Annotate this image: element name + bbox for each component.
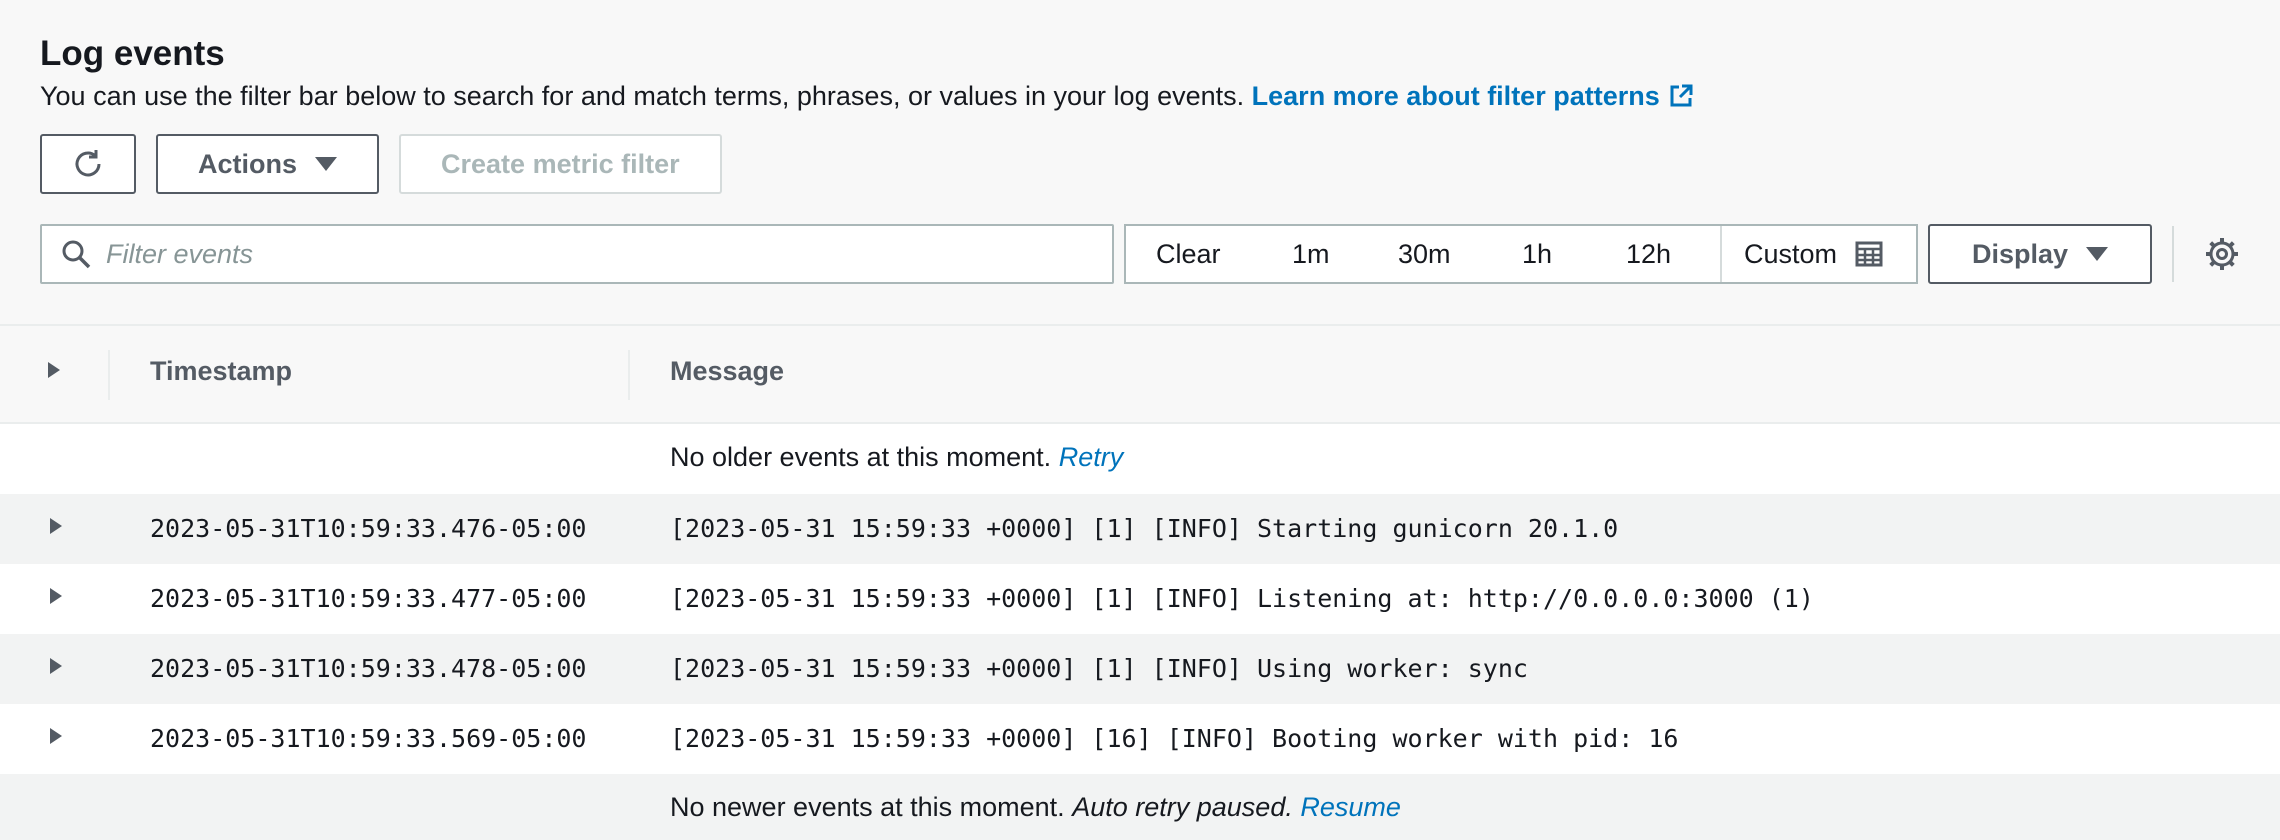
display-label: Display [1971, 238, 2069, 269]
older-events-text: No older events at this moment. Retry [670, 442, 1123, 473]
row-message: [2023-05-31 15:59:33 +0000] [16] [INFO] … [670, 724, 1679, 753]
row-message: [2023-05-31 15:59:33 +0000] [1] [INFO] U… [670, 654, 1528, 683]
retry-link[interactable]: Retry [1059, 442, 1124, 472]
resume-link[interactable]: Resume [1300, 792, 1401, 822]
time-range-clear[interactable]: Clear [1156, 226, 1221, 282]
expand-row-icon[interactable] [48, 726, 64, 746]
page-title: Log events [40, 34, 225, 73]
column-divider [108, 350, 110, 400]
row-timestamp: 2023-05-31T10:59:33.476-05:00 [150, 514, 587, 543]
action-toolbar: Actions Create metric filter [40, 134, 722, 194]
time-range-12h[interactable]: 12h [1626, 226, 1671, 282]
divider [2172, 226, 2174, 282]
expand-row-icon[interactable] [48, 516, 64, 536]
external-link-icon [1670, 84, 1693, 107]
row-message: [2023-05-31 15:59:33 +0000] [1] [INFO] L… [670, 584, 1814, 613]
refresh-icon [75, 150, 101, 177]
table-header: Timestamp Message [0, 326, 2280, 424]
learn-more-link[interactable]: Learn more about filter patterns [1252, 81, 1694, 111]
create-metric-filter-label: Create metric filter [441, 148, 680, 179]
description-text: You can use the filter bar below to sear… [40, 81, 1245, 111]
row-message: [2023-05-31 15:59:33 +0000] [1] [INFO] S… [670, 514, 1619, 543]
expand-all-icon[interactable] [46, 360, 62, 380]
caret-down-icon [2086, 247, 2109, 261]
search-icon [62, 240, 91, 269]
column-header-message[interactable]: Message [670, 356, 784, 387]
column-header-timestamp[interactable]: Timestamp [150, 356, 292, 387]
caret-down-icon [315, 157, 338, 171]
time-range-1h[interactable]: 1h [1522, 226, 1552, 282]
row-timestamp: 2023-05-31T10:59:33.478-05:00 [150, 654, 587, 683]
expand-row-icon[interactable] [48, 656, 64, 676]
calendar-icon [1855, 241, 1883, 267]
newer-events-message: No newer events at this moment. [670, 792, 1065, 822]
column-divider [628, 350, 630, 400]
actions-label: Actions [198, 148, 298, 179]
filter-events-input[interactable] [106, 238, 1066, 270]
row-timestamp: 2023-05-31T10:59:33.477-05:00 [150, 584, 587, 613]
filter-bar: Clear 1m 30m 1h 12h Custom Display [40, 224, 2260, 284]
custom-label: Custom [1744, 238, 1838, 269]
newer-events-notice: No newer events at this moment. Auto ret… [0, 774, 2280, 840]
table-row[interactable]: 2023-05-31T10:59:33.476-05:00 [2023-05-3… [0, 494, 2280, 564]
time-range-1m[interactable]: 1m [1292, 226, 1330, 282]
display-dropdown-button[interactable]: Display [1928, 224, 2152, 284]
expand-row-icon[interactable] [48, 586, 64, 606]
time-range-selector: Clear 1m 30m 1h 12h Custom [1124, 224, 1918, 284]
table-row[interactable]: 2023-05-31T10:59:33.569-05:00 [2023-05-3… [0, 704, 2280, 774]
newer-events-text: No newer events at this moment. Auto ret… [670, 792, 1401, 823]
time-range-custom[interactable]: Custom [1720, 226, 1883, 282]
actions-dropdown-button[interactable]: Actions [156, 134, 380, 194]
table-row[interactable]: 2023-05-31T10:59:33.478-05:00 [2023-05-3… [0, 634, 2280, 704]
refresh-button[interactable] [40, 134, 136, 194]
gear-icon[interactable] [2204, 236, 2240, 272]
log-events-header: Log events You can use the filter bar be… [40, 32, 2240, 114]
page-description: You can use the filter bar below to sear… [40, 78, 2240, 114]
older-events-notice: No older events at this moment. Retry [0, 424, 2280, 494]
learn-more-link-label: Learn more about filter patterns [1251, 81, 1660, 111]
time-range-30m[interactable]: 30m [1398, 226, 1451, 282]
create-metric-filter-button[interactable]: Create metric filter [399, 134, 722, 194]
auto-retry-paused-text: Auto retry paused. [1072, 792, 1293, 822]
table-row[interactable]: 2023-05-31T10:59:33.477-05:00 [2023-05-3… [0, 564, 2280, 634]
older-events-message: No older events at this moment. [670, 442, 1052, 472]
filter-events-search [40, 224, 1114, 284]
row-timestamp: 2023-05-31T10:59:33.569-05:00 [150, 724, 587, 753]
